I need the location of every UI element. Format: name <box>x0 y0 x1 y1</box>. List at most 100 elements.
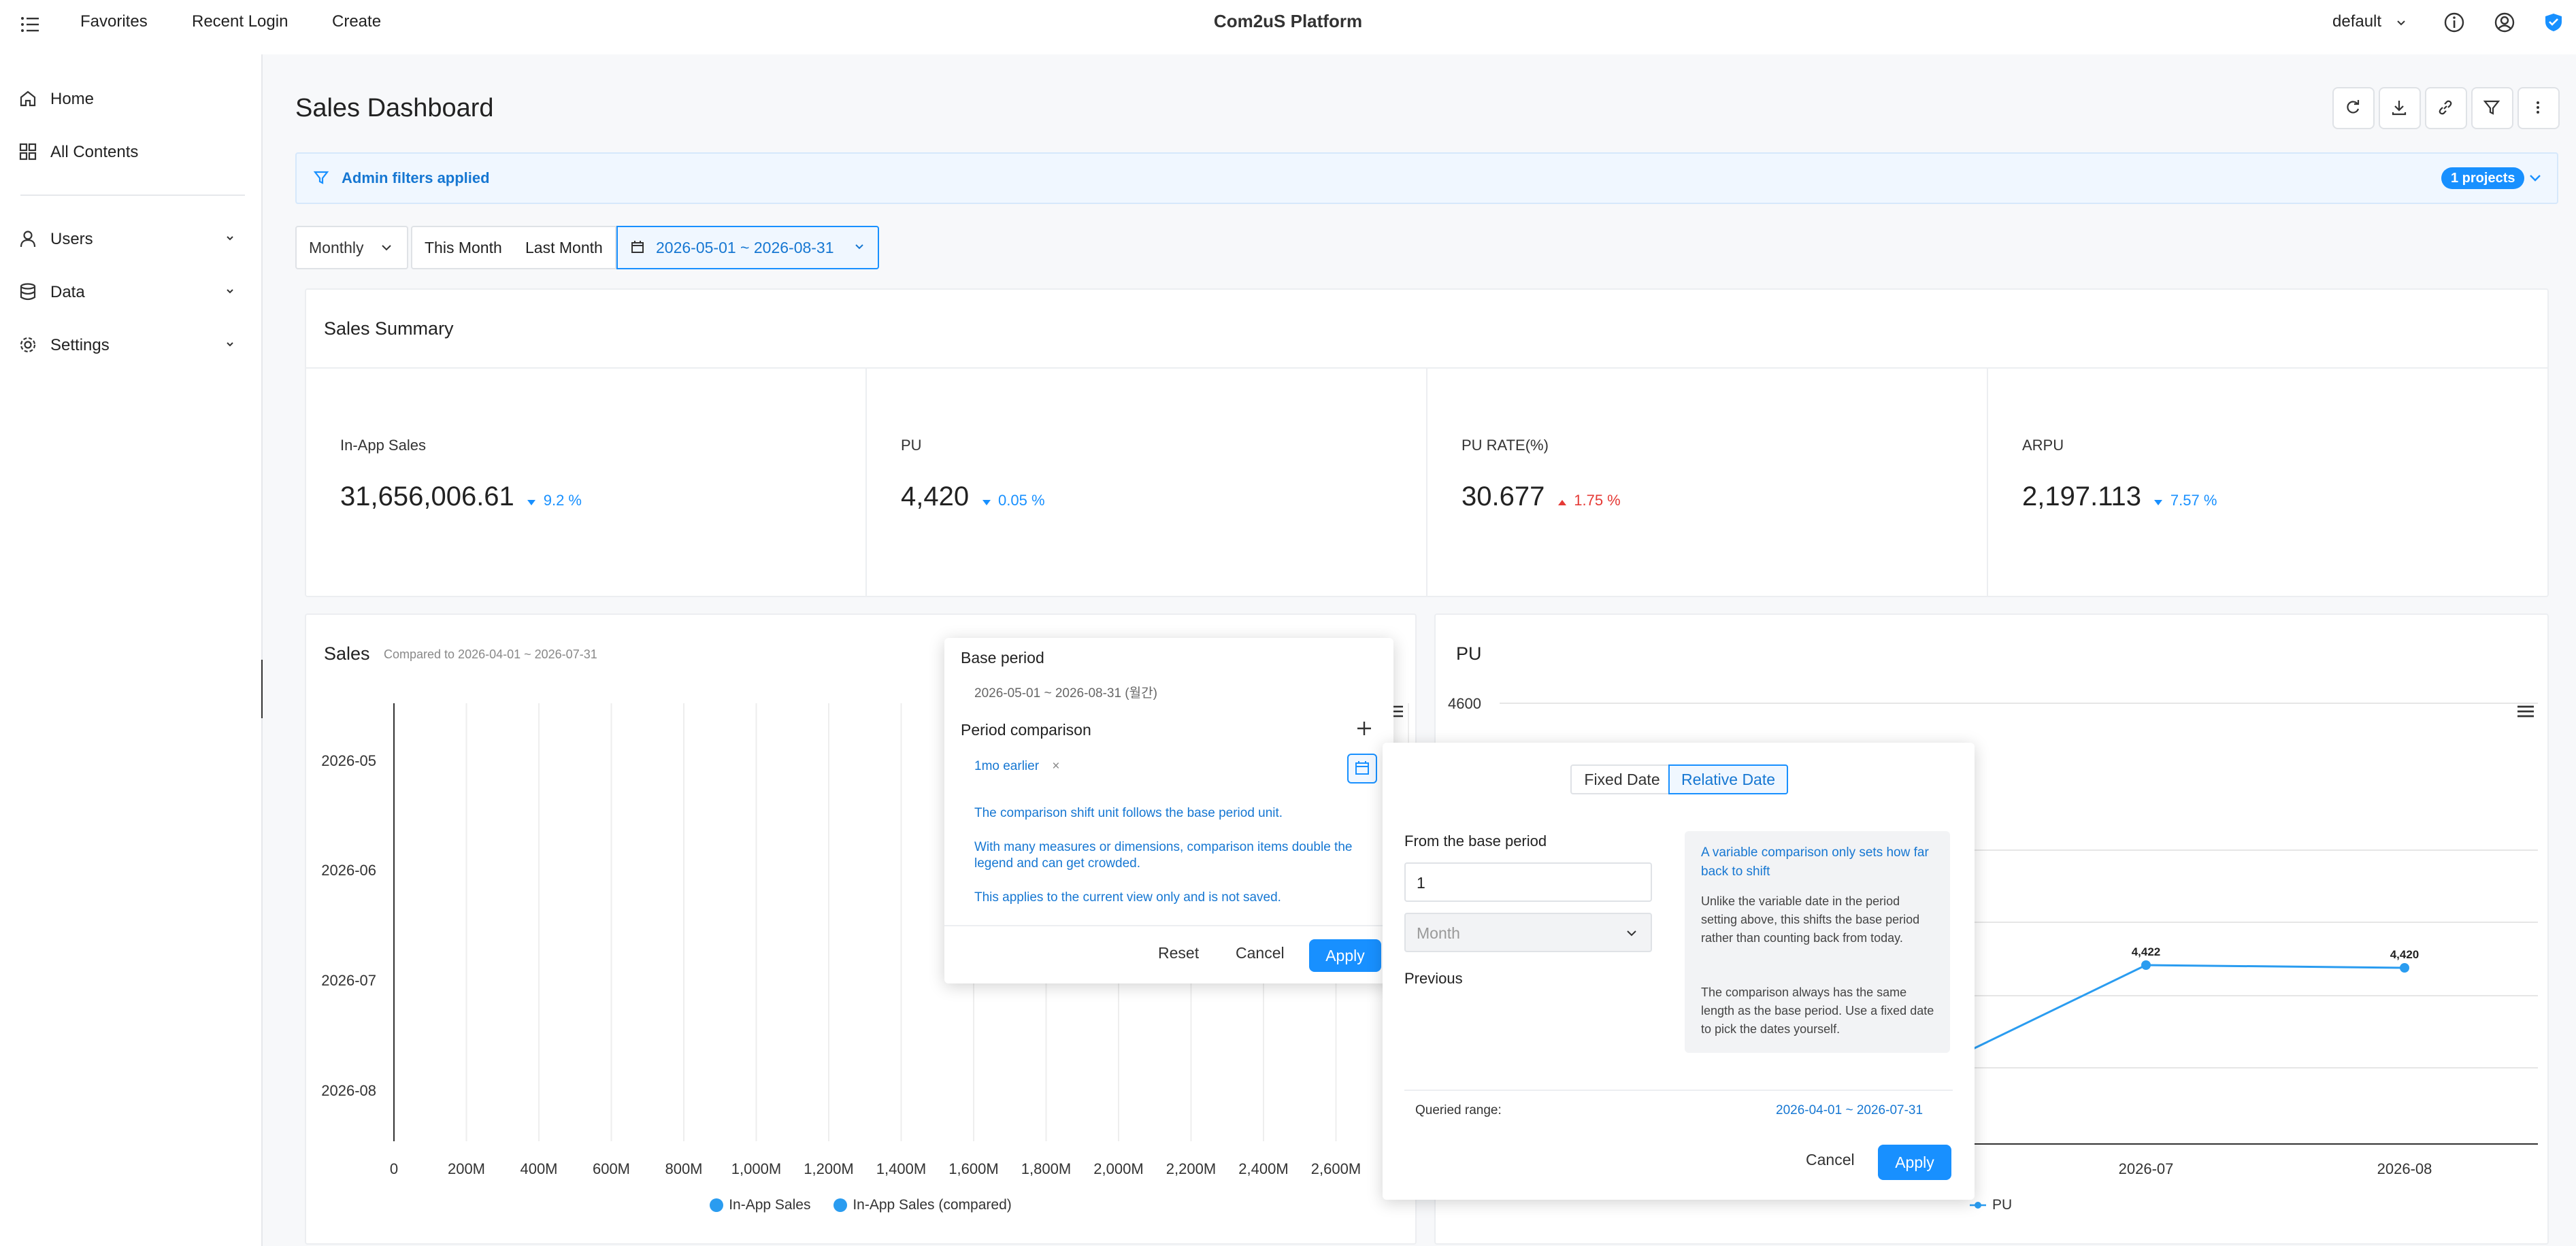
comparison-chip[interactable]: 1mo earlier × <box>974 759 1059 774</box>
card-title: Sales Summary <box>324 318 454 339</box>
legend-item[interactable]: In-App Sales <box>710 1197 810 1213</box>
share-link-button[interactable] <box>2425 87 2467 129</box>
workspace-label: default <box>2332 12 2382 31</box>
date-range-value: 2026-05-01 ~ 2026-08-31 <box>656 239 834 256</box>
calendar-icon <box>1349 755 1376 782</box>
tab-relative-date[interactable]: Relative Date <box>1668 764 1788 794</box>
refresh-button[interactable] <box>2332 87 2375 129</box>
granularity-select[interactable]: Monthly <box>295 226 408 269</box>
legend-label: In-App Sales <box>729 1197 811 1213</box>
sidebar-divider <box>20 195 245 196</box>
calendar-button[interactable] <box>1347 754 1377 784</box>
sidebar-item-label: Settings <box>50 336 110 354</box>
data-label: 4,420 <box>2390 948 2420 961</box>
sidebar-item-data[interactable]: Data <box>0 272 261 313</box>
popup-note: With many measures or dimensions, compar… <box>974 840 1353 871</box>
sidebar-item-users[interactable]: Users <box>0 219 261 260</box>
chevron-down-icon <box>853 241 865 253</box>
apply-button[interactable]: Apply <box>1878 1145 1951 1180</box>
this-month-label: This Month <box>425 239 502 256</box>
sidebar-item-settings[interactable]: Settings <box>0 325 261 366</box>
download-button[interactable] <box>2379 87 2421 129</box>
admin-filter-bar[interactable]: Admin filters applied 1 projects <box>295 152 2558 204</box>
cancel-button[interactable]: Cancel <box>1806 1151 1855 1169</box>
info-text: The comparison always has the same lengt… <box>1701 986 1934 1036</box>
triangle-down-icon <box>527 499 536 506</box>
chevron-down-icon <box>225 233 235 243</box>
info-title: A variable comparison only sets how far … <box>1701 845 1929 879</box>
filter-button[interactable] <box>2471 87 2513 129</box>
legend-item[interactable]: PU <box>1969 1197 2012 1213</box>
x-tick-label: 2026-07 <box>2119 1160 2174 1177</box>
workspace-selector[interactable]: default <box>2332 12 2407 31</box>
sidebar-item-all-contents[interactable]: All Contents <box>0 132 261 173</box>
close-icon[interactable]: × <box>1052 759 1059 773</box>
apply-button[interactable]: Apply <box>1309 939 1381 972</box>
triangle-down-icon <box>982 499 991 506</box>
gear-icon <box>18 335 38 355</box>
metric-delta: 9.2 % <box>543 492 582 509</box>
metric-in-app-sales: 31,656,006.61 9.2 % <box>340 482 582 512</box>
popup-note: This applies to the current view only an… <box>974 890 1281 905</box>
data-point <box>2141 960 2151 970</box>
shift-amount-input[interactable]: 1 <box>1404 862 1652 902</box>
legend-label: PU <box>1992 1197 2013 1213</box>
metric-delta: 1.75 % <box>1574 492 1621 509</box>
tab-fixed-date[interactable]: Fixed Date <box>1570 764 1674 794</box>
y-tick-label: 2026-05 <box>321 752 376 769</box>
refresh-icon <box>2334 99 2373 116</box>
add-comparison-button[interactable] <box>1355 720 1373 737</box>
shift-amount-value: 1 <box>1417 874 1425 892</box>
grid-icon <box>18 141 38 162</box>
shield-icon[interactable] <box>2543 12 2564 33</box>
sales-summary-card: Sales Summary In-App Sales 31,656,006.61… <box>305 288 2549 597</box>
filter-icon <box>313 169 329 186</box>
home-icon <box>18 88 38 109</box>
admin-filter-label: Admin filters applied <box>342 169 490 186</box>
filter-icon <box>2473 99 2512 116</box>
series-line-pu <box>1970 964 2405 1051</box>
legend-item[interactable]: In-App Sales (compared) <box>833 1197 1012 1213</box>
more-options-button[interactable] <box>2517 87 2560 129</box>
chevron-down-icon <box>2396 17 2407 28</box>
reset-button[interactable]: Reset <box>1158 944 1199 962</box>
metric-label: ARPU <box>2022 437 2064 454</box>
database-icon <box>18 282 38 302</box>
x-tick-label: 0 <box>390 1160 398 1177</box>
page-title: Sales Dashboard <box>295 94 494 122</box>
info-icon[interactable] <box>2443 11 2466 34</box>
divider <box>1404 1090 1953 1091</box>
metric-value: 4,420 <box>901 482 970 511</box>
legend-label: In-App Sales (compared) <box>853 1197 1012 1213</box>
metric-delta: 0.05 % <box>998 492 1045 509</box>
chip-label: 1mo earlier <box>974 759 1040 773</box>
divider <box>865 369 867 596</box>
last-month-label: Last Month <box>525 239 603 256</box>
divider <box>944 925 1393 926</box>
x-tick-label: 2,400M <box>1238 1160 1288 1177</box>
queried-range-value: 2026-04-01 ~ 2026-07-31 <box>1776 1103 1923 1117</box>
cancel-button[interactable]: Cancel <box>1236 944 1285 962</box>
triangle-down-icon <box>2153 499 2163 506</box>
divider <box>1426 369 1427 596</box>
granularity-value: Monthly <box>309 239 364 256</box>
shift-unit-select[interactable]: Month <box>1404 913 1652 952</box>
metric-delta: 7.57 % <box>2170 492 2217 509</box>
chevron-down-icon[interactable] <box>2527 170 2543 186</box>
sidebar-item-home[interactable]: Home <box>0 79 261 120</box>
shift-unit-placeholder: Month <box>1417 924 1460 942</box>
data-point <box>2400 963 2409 973</box>
metric-arpu: 2,197.113 7.57 % <box>2022 482 2217 512</box>
date-range-picker[interactable]: 2026-05-01 ~ 2026-08-31 <box>616 226 879 269</box>
metric-pu-rate: 30.677 1.75 % <box>1462 482 1621 512</box>
this-month-button[interactable]: This Month <box>411 226 516 269</box>
app-title: Com2uS Platform <box>1213 11 1363 31</box>
relative-date-popup: Fixed Date Relative Date From the base p… <box>1383 743 1975 1200</box>
user-icon[interactable] <box>2493 11 2516 34</box>
chevron-down-icon <box>380 241 393 254</box>
chart-legend: In-App Sales In-App Sales (compared) <box>306 1197 1415 1213</box>
last-month-button[interactable]: Last Month <box>513 226 616 269</box>
sidebar-item-label: Users <box>50 230 93 248</box>
x-tick-label: 1,800M <box>1021 1160 1071 1177</box>
metric-value: 2,197.113 <box>2022 482 2141 511</box>
